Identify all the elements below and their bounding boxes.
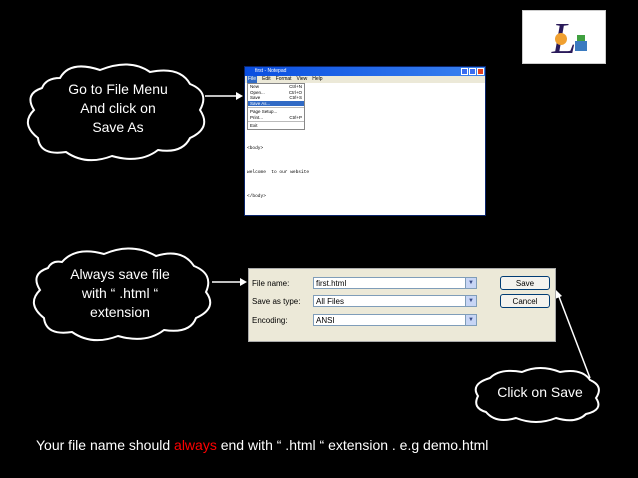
encoding-label: Encoding: — [252, 316, 288, 325]
minimize-icon[interactable] — [461, 68, 468, 75]
notepad-title: first - Notepad — [255, 68, 287, 74]
notepad-window: first - Notepad File Edit Format View He… — [244, 66, 486, 223]
save-button[interactable]: Save — [500, 276, 550, 290]
menu-separator — [248, 107, 304, 108]
save-as-type-select[interactable]: All Files ▼ — [313, 295, 477, 307]
instruction-before: Your file name should — [36, 437, 175, 453]
save-as-type-label: Save as type: — [252, 297, 301, 306]
file-name-label: File name: — [252, 279, 290, 288]
instruction-text: Your file name should always end with “ … — [36, 437, 488, 453]
notepad-text-area[interactable]: <body> welcome to our website </body> </… — [247, 129, 309, 241]
callout-file-menu: Go to File Menu And click on Save As — [48, 80, 188, 137]
menu-view[interactable]: View — [297, 76, 308, 83]
callout-line: with “ .html “ — [81, 285, 159, 301]
callout-extension: Always save file with “ .html “ extensio… — [50, 265, 190, 322]
maximize-icon[interactable] — [469, 68, 476, 75]
callout-line: Click on Save — [497, 384, 583, 400]
callout-line: Save As — [92, 119, 144, 135]
instruction-after: end with “ .html “ extension . e.g demo.… — [216, 437, 489, 453]
callout-line: extension — [90, 304, 150, 320]
chevron-down-icon[interactable]: ▼ — [465, 278, 476, 288]
callout-line: And click on — [80, 100, 156, 116]
cancel-button[interactable]: Cancel — [500, 294, 550, 308]
menu-help[interactable]: Help — [312, 76, 322, 83]
text-line: </body> — [247, 194, 266, 199]
chevron-down-icon[interactable]: ▼ — [465, 315, 476, 325]
file-name-value: first.html — [316, 279, 347, 288]
text-line: </html> — [247, 218, 266, 223]
instruction-highlight: always — [174, 437, 217, 453]
menu-file[interactable]: File — [247, 76, 258, 83]
save-dialog: File name: first.html ▼ Save as type: Al… — [248, 268, 556, 342]
save-as-type-value: All Files — [316, 297, 345, 306]
text-line: <body> — [247, 146, 264, 151]
text-line: welcome to our website — [247, 170, 310, 175]
callout-line: Always save file — [70, 266, 170, 282]
menu-format[interactable]: Format — [276, 76, 292, 83]
notepad-menu-bar: File Edit Format View Help — [245, 76, 485, 83]
file-name-input[interactable]: first.html ▼ — [313, 277, 477, 289]
notepad-title-bar: first - Notepad — [245, 67, 485, 76]
chevron-down-icon[interactable]: ▼ — [465, 296, 476, 306]
encoding-select[interactable]: ANSI ▼ — [313, 314, 477, 326]
file-menu-dropdown: New Ctrl+N Open... Ctrl+O Save Ctrl+S Save … — [247, 83, 305, 130]
menu-edit[interactable]: Edit — [262, 76, 271, 83]
close-icon[interactable] — [477, 68, 484, 75]
menu-item-save-as[interactable]: Save As... — [248, 100, 304, 106]
menu-item-print[interactable]: Print... Ctrl+P — [248, 115, 304, 121]
menu-item-exit[interactable]: Exit — [248, 123, 304, 129]
menu-separator — [248, 121, 304, 122]
callout-line: Go to File Menu — [68, 81, 168, 97]
callout-click-save: Click on Save — [484, 383, 596, 402]
encoding-value: ANSI — [316, 316, 335, 325]
